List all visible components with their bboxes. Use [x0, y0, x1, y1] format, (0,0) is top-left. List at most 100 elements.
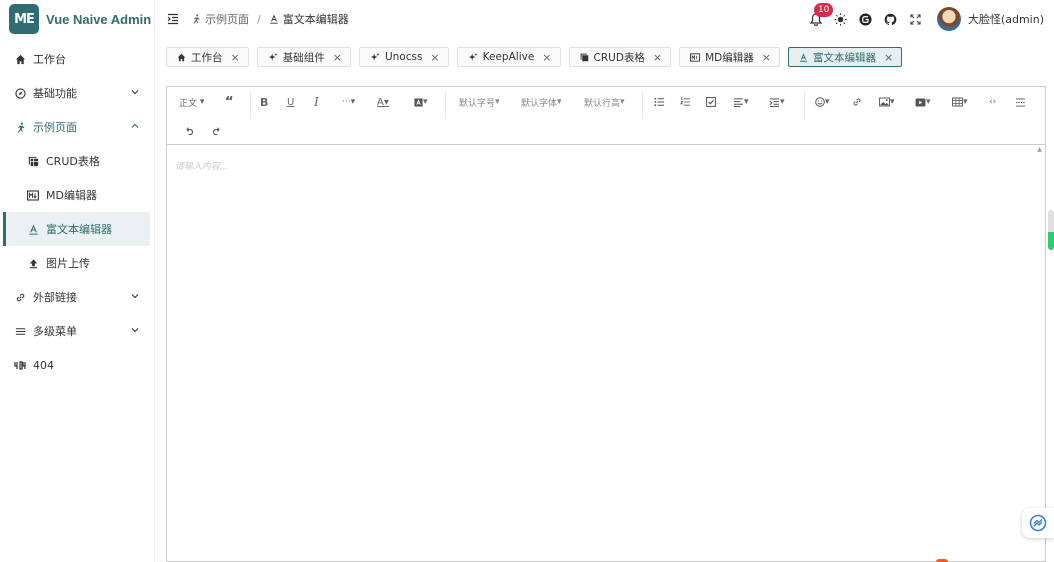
sidebar-item-label: 图片上传 — [46, 257, 90, 270]
upload-icon — [27, 257, 39, 269]
bulleted-list-icon[interactable] — [654, 94, 665, 110]
sidebar-item-external-links[interactable]: 外部链接 — [0, 280, 154, 314]
sidebar-item-label: 工作台 — [33, 53, 66, 66]
sun-icon — [834, 12, 847, 26]
close-icon[interactable]: × — [762, 51, 771, 64]
top-header: 示例页面 / 富文本编辑器 10 大脸怪(admin) — [155, 0, 1054, 38]
github-icon — [885, 13, 897, 25]
table-icon[interactable]: ▾ — [952, 94, 968, 110]
font-size-label: 默认字号 — [459, 98, 496, 109]
underline-icon[interactable]: U — [287, 94, 294, 110]
redo-icon[interactable] — [211, 122, 222, 138]
close-icon[interactable]: × — [542, 51, 551, 64]
tab-label: 工作台 — [191, 51, 223, 64]
sidebar-item-crud[interactable]: CRUD表格 — [0, 144, 154, 178]
video-icon[interactable]: ▾ — [915, 94, 931, 110]
editor-scrollbar[interactable]: ▲ — [1036, 145, 1043, 562]
indent-icon[interactable]: ▾ — [769, 94, 785, 110]
sidebar-item-multilevel[interactable]: 多级菜单 — [0, 314, 154, 348]
theme-toggle-button[interactable] — [834, 12, 848, 26]
emoji-icon[interactable]: ▾ — [815, 94, 830, 110]
breadcrumb-item[interactable]: 示例页面 — [205, 11, 249, 27]
sidebar-item-label: 404 — [33, 358, 54, 372]
close-icon[interactable]: × — [430, 51, 439, 64]
tab-keepalive[interactable]: KeepAlive × — [456, 47, 561, 67]
sidebar-item-rich-editor[interactable]: 富文本编辑器 — [3, 212, 150, 246]
paragraph-label: 正文 — [179, 98, 198, 109]
breadcrumb-separator: / — [257, 12, 261, 26]
notification-button[interactable]: 10 — [809, 3, 834, 26]
close-icon[interactable]: × — [333, 51, 342, 64]
bold-icon[interactable]: B — [260, 94, 268, 110]
notification-badge: 10 — [813, 3, 834, 17]
markdown-icon — [27, 189, 39, 201]
chevron-down-icon — [131, 90, 139, 95]
tab-label: MD编辑器 — [705, 51, 754, 64]
close-icon[interactable]: × — [231, 51, 240, 64]
editor-placeholder[interactable]: 请输入内容... — [175, 159, 229, 172]
code-icon[interactable]: ‹› — [989, 94, 996, 110]
rich-text-editor: 正文 ▾ “ B U I ···▾ A▾ ▾ 默认字号 ▾ 默认字体 ▾ 默认行高 ▾… — [166, 86, 1046, 562]
line-height-label: 默认行高 — [584, 98, 621, 109]
brand-title: Vue Naive Admin — [46, 11, 152, 27]
scroll-up-arrow[interactable]: ▲ — [1036, 147, 1043, 153]
tab-rich-editor[interactable]: 富文本编辑器 × — [788, 47, 903, 67]
username[interactable]: 大脸怪(admin) — [968, 11, 1044, 27]
menu-fold-icon[interactable] — [167, 13, 179, 25]
blockquote-icon[interactable]: “ — [225, 94, 234, 110]
breadcrumb: 示例页面 / 富文本编辑器 — [191, 11, 349, 27]
app-root: ME Vue Naive Admin 工作台 基础功能 示例页面 CRUD表格 — [0, 0, 1054, 562]
compass-icon — [14, 87, 26, 99]
header-actions: 10 大脸怪(admin) — [798, 0, 1044, 38]
line-height-select[interactable]: 默认行高 ▾ — [584, 94, 625, 110]
github-button[interactable] — [884, 12, 898, 26]
close-icon[interactable]: × — [884, 51, 893, 64]
font-family-select[interactable]: 默认字体 ▾ — [521, 94, 562, 110]
link-icon — [14, 291, 26, 303]
numbered-list-icon[interactable] — [680, 94, 691, 110]
tab-basic-components[interactable]: 基础组件 × — [256, 47, 351, 67]
todo-icon[interactable] — [706, 94, 716, 110]
tab-crud[interactable]: CRUD表格 × — [568, 47, 672, 67]
home-icon — [177, 53, 186, 62]
close-icon[interactable]: × — [653, 51, 662, 64]
undo-icon[interactable] — [184, 122, 195, 138]
run-icon — [14, 121, 26, 133]
floating-assistant-button[interactable] — [1022, 508, 1054, 538]
sidebar-item-basic[interactable]: 基础功能 — [0, 76, 154, 110]
error-404-icon — [14, 359, 26, 371]
tab-md-editor[interactable]: MD编辑器 × — [679, 47, 780, 67]
brand[interactable]: ME Vue Naive Admin — [0, 0, 154, 38]
font-size-select[interactable]: 默认字号 ▾ — [459, 94, 500, 110]
home-icon — [14, 53, 26, 65]
fullscreen-button[interactable] — [909, 12, 923, 26]
more-style-icon[interactable]: ···▾ — [342, 94, 355, 110]
tab-label: Unocss — [384, 51, 423, 63]
link-icon[interactable] — [852, 94, 862, 110]
sidebar-item-404[interactable]: 404 — [0, 348, 154, 382]
page-scrollbar[interactable] — [1048, 210, 1054, 250]
sidebar-item-upload[interactable]: 图片上传 — [0, 246, 154, 280]
paragraph-select[interactable]: 正文 ▾ — [179, 94, 204, 110]
menu-lines-icon — [14, 325, 26, 337]
sidebar-item-dashboard[interactable]: 工作台 — [0, 42, 154, 76]
sparkle-icon — [468, 52, 478, 62]
tab-label: 富文本编辑器 — [813, 51, 876, 64]
sidebar-menu: 工作台 基础功能 示例页面 CRUD表格 MD编辑器 富文本编辑器 图片上传 外… — [0, 42, 154, 382]
chevron-down-icon — [131, 294, 139, 299]
tab-dashboard[interactable]: 工作台 × — [166, 47, 249, 67]
sparkle-icon — [370, 52, 380, 62]
more-icon[interactable] — [1015, 94, 1026, 110]
image-icon[interactable]: ▾ — [879, 94, 895, 110]
gitee-button[interactable] — [859, 12, 873, 26]
sidebar-item-md-editor[interactable]: MD编辑器 — [0, 178, 154, 212]
text-format-icon — [269, 14, 279, 24]
tab-unocss[interactable]: Unocss × — [358, 47, 449, 67]
background-color-icon[interactable]: ▾ — [414, 94, 428, 110]
avatar[interactable] — [936, 7, 961, 31]
sidebar-item-examples[interactable]: 示例页面 — [0, 110, 154, 144]
align-icon[interactable]: ▾ — [733, 94, 749, 110]
sidebar-item-label: MD编辑器 — [46, 189, 97, 202]
italic-icon[interactable]: I — [314, 94, 319, 110]
font-color-icon[interactable]: A▾ — [377, 94, 389, 110]
